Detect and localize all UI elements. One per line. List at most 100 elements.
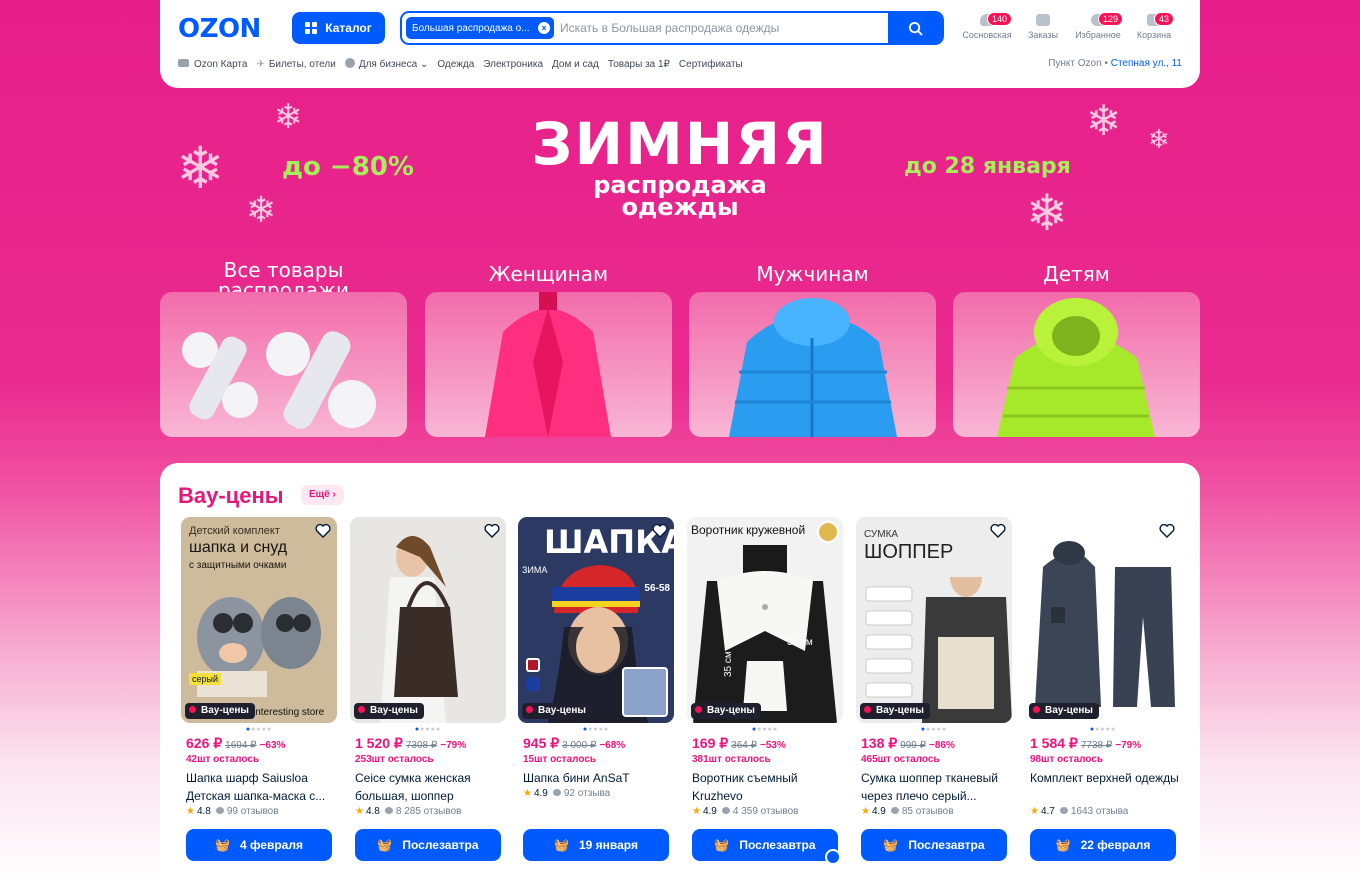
- category-image: [689, 292, 936, 437]
- nav-electronics[interactable]: Электроника: [483, 59, 543, 70]
- product-name[interactable]: Шапка бини AnSaT: [523, 769, 673, 787]
- chat-icon[interactable]: [825, 849, 841, 865]
- heart-icon[interactable]: [1159, 523, 1175, 539]
- category-women[interactable]: Женщинам: [425, 256, 672, 437]
- header-favorites[interactable]: 129 Избранное: [1068, 12, 1128, 40]
- star-icon: ★: [355, 806, 364, 817]
- thumbnail-image[interactable]: [622, 667, 668, 717]
- old-price: 999 ₽: [900, 740, 926, 751]
- stock-left: 15шт осталось: [523, 754, 597, 765]
- nav-1rub[interactable]: Товары за 1₽: [608, 59, 670, 70]
- image-caption: ШОППЕР: [864, 541, 954, 563]
- wow-prices-section: Вау-цены Ещё › Детский комплект шапка и …: [160, 463, 1200, 883]
- image-pager: ●●●●●: [414, 726, 442, 733]
- add-to-cart-button[interactable]: 🧺 Послезавтра: [692, 829, 838, 861]
- promo-banner[interactable]: ❄ ❄ ❄ ❄ ❄ ❄ до −80% ЗИМНЯЯ распродажа од…: [160, 100, 1200, 240]
- category-men[interactable]: Мужчинам: [689, 256, 936, 437]
- product-rating: ★ 4.8 99 отзывов: [186, 806, 279, 817]
- nav-clothes[interactable]: Одежда: [437, 59, 474, 70]
- heart-icon[interactable]: [652, 523, 668, 539]
- search-button[interactable]: [888, 13, 942, 43]
- comment-icon: [215, 807, 224, 814]
- heart-icon[interactable]: [484, 523, 500, 539]
- add-to-cart-button[interactable]: 🧺 Послезавтра: [861, 829, 1007, 861]
- heart-icon[interactable]: [315, 523, 331, 539]
- product-card[interactable]: СУМКА ШОППЕР Вау-цены ●●●●● 138 ₽999 ₽ −8…: [856, 517, 1012, 861]
- close-icon[interactable]: ×: [538, 22, 550, 34]
- comment-icon: [552, 789, 561, 796]
- color-swatch[interactable]: [526, 658, 540, 672]
- header-orders[interactable]: Заказы: [1013, 14, 1073, 40]
- category-all-sale[interactable]: Все товары распродажи: [160, 256, 407, 437]
- category-kids[interactable]: Детям: [953, 256, 1200, 437]
- category-image: [953, 292, 1200, 437]
- add-to-cart-button[interactable]: 🧺 19 января: [523, 829, 669, 861]
- product-name[interactable]: Шапка шарф Saiusloa Детская шапка-маска …: [186, 769, 336, 805]
- image-pager: ●●●●●: [245, 726, 273, 733]
- category-label: Детям: [1043, 262, 1110, 286]
- wow-badge: Вау-цены: [522, 703, 592, 719]
- more-button[interactable]: Ещё ›: [301, 485, 344, 505]
- product-card[interactable]: Вау-цены ●●●●● 1 520 ₽7308 ₽ −79% 253шт о…: [350, 517, 506, 861]
- pickup-point[interactable]: Пункт Ozon • Степная ул., 11: [1048, 58, 1182, 69]
- favorites-label: Избранное: [1075, 30, 1121, 40]
- catalog-button[interactable]: Каталог: [292, 12, 385, 44]
- image-pager: ●●●●●: [582, 726, 610, 733]
- seller-badge-icon: [817, 521, 839, 543]
- product-name[interactable]: Сумка шоппер тканевый через плечо серый.…: [861, 769, 1011, 805]
- top-header: OZON Каталог Большая распродажа о... × 1…: [160, 0, 1200, 88]
- product-price: 169 ₽364 ₽ −53%: [692, 735, 786, 751]
- product-image[interactable]: ШАПКА ЗИМА 56-58 Вау-цены: [518, 517, 674, 723]
- product-image[interactable]: Вау-цены: [350, 517, 506, 723]
- search-input[interactable]: [560, 17, 880, 39]
- product-card[interactable]: Воротник кружевной 30 см 35 см Вау-цены …: [687, 517, 843, 865]
- comment-icon: [890, 807, 899, 814]
- product-name[interactable]: Сеісе сумка женская большая, шоппер форм…: [355, 769, 505, 805]
- product-card[interactable]: ШАПКА ЗИМА 56-58 Вау-цены ●●●●● 945 ₽3 0…: [518, 517, 674, 861]
- profile-label: Сосновская: [962, 30, 1012, 40]
- product-price: 945 ₽3 000 ₽ −68%: [523, 735, 626, 751]
- discount: −79%: [1115, 740, 1142, 751]
- nav-home[interactable]: Дом и сад: [552, 59, 599, 70]
- add-to-cart-button[interactable]: 🧺 22 февраля: [1030, 829, 1176, 861]
- discount: −63%: [259, 740, 286, 751]
- star-icon: ★: [186, 806, 195, 817]
- promo-subtitle: распродажа одежды: [593, 171, 767, 221]
- ozon-logo[interactable]: OZON: [178, 14, 261, 44]
- image-store: interesting store: [253, 707, 325, 718]
- product-image[interactable]: СУМКА ШОППЕР Вау-цены: [856, 517, 1012, 723]
- nav-business[interactable]: Для бизнеса ⌄: [344, 58, 429, 70]
- heart-icon[interactable]: [990, 523, 1006, 539]
- discount: −53%: [759, 740, 786, 751]
- color-swatch[interactable]: [526, 677, 540, 691]
- product-image[interactable]: Вау-цены: [1025, 517, 1181, 723]
- chevron-down-icon: ⌄: [417, 59, 429, 70]
- product-name[interactable]: Воротник съемный Kruzhevo: [692, 769, 842, 805]
- product-image[interactable]: Воротник кружевной 30 см 35 см Вау-цены: [687, 517, 843, 723]
- header-profile[interactable]: 140 Сосновская: [957, 12, 1017, 40]
- business-icon: [344, 58, 355, 68]
- header-cart[interactable]: 43 Корзина: [1124, 12, 1184, 40]
- product-price: 138 ₽999 ₽ −86%: [861, 735, 955, 751]
- product-name[interactable]: Комплект верхней одежды: [1030, 769, 1180, 787]
- nav-ozon-card[interactable]: Ozon Карта: [178, 58, 247, 70]
- stock-left: 381шт осталось: [692, 754, 771, 765]
- promo-deadline: до 28 января: [904, 154, 1071, 179]
- star-icon: ★: [692, 806, 701, 817]
- nav-certificates[interactable]: Сертификаты: [679, 59, 743, 70]
- image-caption: 30 см: [787, 637, 813, 648]
- add-to-cart-button[interactable]: 🧺 Послезавтра: [355, 829, 501, 861]
- add-to-cart-button[interactable]: 🧺 4 февраля: [186, 829, 332, 861]
- comment-icon: [721, 807, 730, 814]
- stock-left: 465шт осталось: [861, 754, 940, 765]
- nav-tickets[interactable]: ✈ Билеты, отели: [256, 59, 335, 70]
- product-card[interactable]: Вау-цены ●●●●● 1 584 ₽7738 ₽ −79% 98шт ос…: [1025, 517, 1181, 861]
- old-price: 3 000 ₽: [562, 740, 597, 751]
- product-rating: ★ 4.8 8 285 отзывов: [355, 806, 462, 817]
- product-image[interactable]: Детский комплект шапка и снуд с защитным…: [181, 517, 337, 723]
- category-label: Женщинам: [488, 262, 609, 286]
- pickup-address: Степная ул., 11: [1110, 58, 1182, 69]
- search-filter-chip[interactable]: Большая распродажа о... ×: [406, 17, 554, 39]
- product-rating: ★ 4.7 1643 отзыва: [1030, 806, 1129, 817]
- product-card[interactable]: Детский комплект шапка и снуд с защитным…: [181, 517, 337, 861]
